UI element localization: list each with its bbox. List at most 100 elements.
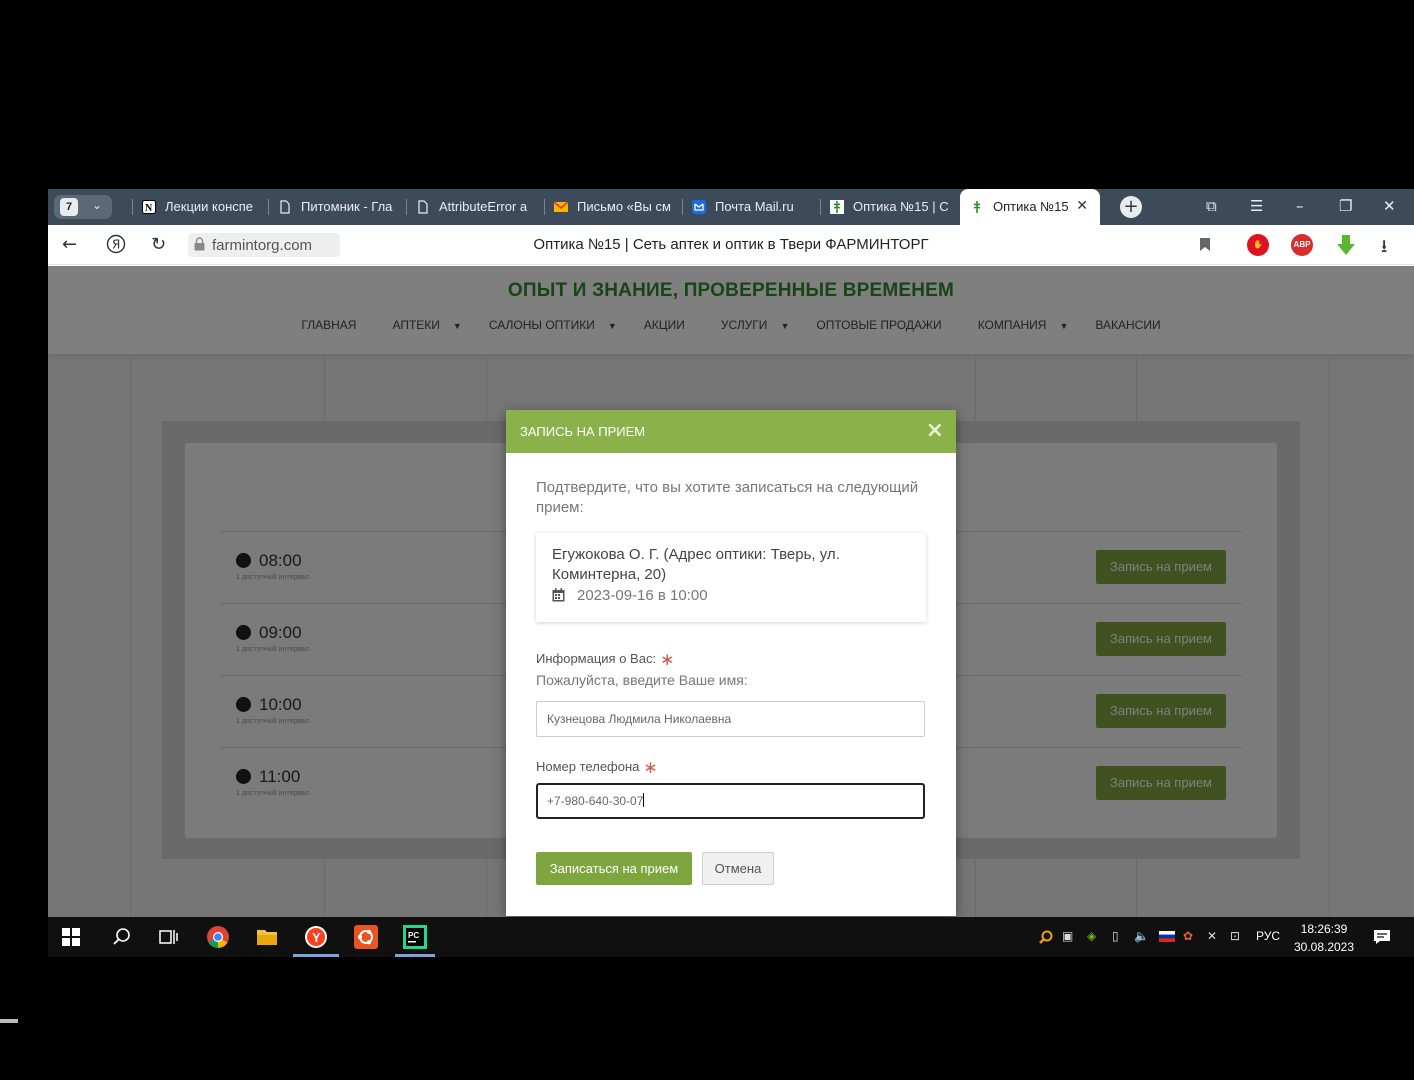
- phone-label-text: Номер телефона: [536, 759, 640, 774]
- browser-tab-active[interactable]: Оптика №15 ✕: [960, 189, 1100, 225]
- tab-counter-button[interactable]: 7 ⌄: [54, 195, 112, 219]
- tab-label: Письмо «Вы см: [577, 199, 671, 214]
- search-tray-icon[interactable]: [1038, 929, 1054, 945]
- svg-text:N: N: [145, 203, 153, 214]
- cancel-button[interactable]: Отмена: [702, 852, 774, 885]
- appointment-summary: Егужокова О. Г. (Адрес оптики: Тверь, ул…: [536, 533, 926, 622]
- web-page: ОПЫТ И ЗНАНИЕ, ПРОВЕРЕННЫЕ ВРЕМЕНЕМ ГЛАВ…: [48, 266, 1414, 917]
- minimize-icon[interactable]: –: [1296, 197, 1304, 215]
- network-activity-icon[interactable]: ▣: [1062, 929, 1073, 943]
- browser-tab[interactable]: Оптика №15 | С: [820, 189, 958, 225]
- browser-tab[interactable]: Письмо «Вы см: [544, 189, 682, 225]
- modal-header: ЗАПИСЬ НА ПРИЕМ ×: [506, 410, 956, 453]
- restore-icon[interactable]: ❐: [1339, 197, 1352, 215]
- task-view-icon[interactable]: [156, 925, 180, 949]
- url-text: farmintorg.com: [212, 237, 313, 254]
- chrome-icon[interactable]: [206, 925, 230, 949]
- browser-tab[interactable]: Питомник - Гла: [268, 189, 406, 225]
- confirm-booking-button[interactable]: Записаться на прием: [536, 852, 692, 885]
- tab-separator: [820, 199, 821, 215]
- abp-extension-icon[interactable]: ABP: [1291, 234, 1313, 256]
- input-language[interactable]: РУС: [1256, 929, 1280, 943]
- page-title: Оптика №15 | Сеть аптек и оптик в Твери …: [533, 236, 929, 253]
- taskbar: Y PC ▣ ◈ ▯ 🔈 ✿ ✕ ⊡ РУС 18:26:39 30.08.20…: [48, 917, 1414, 957]
- appointment-specialist: Егужокова О. Г. (Адрес оптики: Тверь, ул…: [552, 546, 840, 583]
- tab-separator: [682, 199, 683, 215]
- modal-title: ЗАПИСЬ НА ПРИЕМ: [520, 424, 646, 439]
- clock-date: 30.08.2023: [1293, 940, 1355, 954]
- corner-artifact: [0, 1019, 18, 1023]
- tab-count-badge: 7: [60, 198, 78, 216]
- svg-text:Я: Я: [112, 238, 120, 252]
- back-arrow-icon[interactable]: ←: [62, 234, 77, 255]
- russian-flag-icon[interactable]: [1159, 931, 1175, 942]
- required-mark: ∗: [643, 758, 658, 777]
- screen: 7 ⌄ N Лекции конспе Питомник - Гла Attri…: [48, 189, 1414, 957]
- pharmacy-icon: [973, 201, 981, 213]
- yandex-icon[interactable]: Я: [106, 234, 126, 254]
- tab-separator: [132, 199, 133, 215]
- reload-icon[interactable]: ↻: [151, 234, 166, 255]
- tab-label: Оптика №15: [993, 199, 1069, 214]
- tab-separator: [268, 199, 269, 215]
- menu-icon[interactable]: ☰: [1250, 197, 1263, 215]
- mailru-icon: [692, 200, 706, 214]
- active-app-indicator: [293, 954, 339, 957]
- tab-label: Лекции конспе: [165, 199, 254, 214]
- search-icon[interactable]: [110, 925, 134, 949]
- mail-icon: [554, 201, 568, 212]
- text-cursor: [643, 793, 645, 807]
- notion-icon: N: [142, 200, 156, 214]
- chevron-down-icon: ⌄: [92, 198, 103, 212]
- clock-time: 18:26:39: [1300, 922, 1348, 936]
- yandex-browser-icon[interactable]: Y: [304, 925, 328, 949]
- booking-modal: ЗАПИСЬ НА ПРИЕМ × Подтвердите, что вы хо…: [506, 410, 956, 916]
- tab-label: Питомник - Гла: [301, 199, 393, 214]
- new-tab-button[interactable]: +: [1120, 196, 1142, 218]
- phone-label: Номер телефона ∗: [536, 758, 658, 778]
- browser-tab-strip: 7 ⌄ N Лекции конспе Питомник - Гла Attri…: [48, 189, 1414, 225]
- address-bar: ← Я ↻ farmintorg.com Оптика №15 | Сеть а…: [48, 225, 1414, 265]
- volume-icon[interactable]: 🔈: [1134, 929, 1149, 943]
- browser-tab[interactable]: Почта Mail.ru: [682, 189, 820, 225]
- lock-icon: [194, 237, 205, 251]
- browser-tab[interactable]: AttributeError a: [406, 189, 544, 225]
- name-hint: Пожалуйста, введите Ваше имя:: [536, 672, 748, 688]
- phone-input[interactable]: +7-980-640-30-07: [536, 783, 925, 819]
- notifications-icon[interactable]: [1373, 928, 1391, 946]
- running-app-indicator: [395, 954, 435, 957]
- browser-tab[interactable]: N Лекции конспе: [132, 189, 268, 225]
- usb-icon[interactable]: ▯: [1112, 929, 1119, 943]
- close-window-icon[interactable]: ✕: [1383, 197, 1396, 215]
- pharmacy-icon: [830, 200, 844, 214]
- required-mark: ∗: [660, 650, 675, 669]
- sound-mute-icon[interactable]: ✕: [1207, 929, 1217, 943]
- app-tray-icon[interactable]: ✿: [1183, 929, 1193, 943]
- document-icon: [280, 200, 290, 214]
- bookmark-icon[interactable]: [1199, 237, 1211, 252]
- nvidia-icon[interactable]: ◈: [1087, 929, 1096, 943]
- name-input[interactable]: Кузнецова Людмила Николаевна: [536, 701, 925, 737]
- info-label: Информация о Вас: ∗: [536, 650, 674, 670]
- tab-close-icon[interactable]: ✕: [1076, 198, 1088, 214]
- system-clock[interactable]: 18:26:39 30.08.2023: [1288, 920, 1360, 956]
- svg-text:PC: PC: [408, 931, 419, 940]
- tab-label: Оптика №15 | С: [853, 199, 949, 214]
- info-label-text: Информация о Вас:: [536, 651, 657, 666]
- bookmarks-panel-icon[interactable]: ⧉: [1206, 197, 1217, 215]
- tab-label: AttributeError a: [439, 199, 528, 214]
- close-icon[interactable]: ×: [926, 418, 944, 443]
- display-icon[interactable]: ⊡: [1230, 929, 1240, 943]
- phone-input-value: +7-980-640-30-07: [547, 794, 644, 808]
- pycharm-icon[interactable]: PC: [403, 925, 427, 949]
- url-field[interactable]: farmintorg.com: [188, 233, 340, 257]
- downloads-icon[interactable]: ⭳: [1381, 234, 1387, 264]
- tab-separator: [406, 199, 407, 215]
- file-explorer-icon[interactable]: [255, 925, 279, 949]
- document-icon: [418, 200, 428, 214]
- ubuntu-icon[interactable]: [354, 925, 378, 949]
- confirmation-text: Подтвердите, что вы хотите записаться на…: [536, 479, 919, 516]
- windows-start-icon[interactable]: [62, 928, 80, 946]
- adblock-stop-icon[interactable]: ✋: [1247, 234, 1269, 256]
- download-helper-icon[interactable]: [1334, 233, 1358, 257]
